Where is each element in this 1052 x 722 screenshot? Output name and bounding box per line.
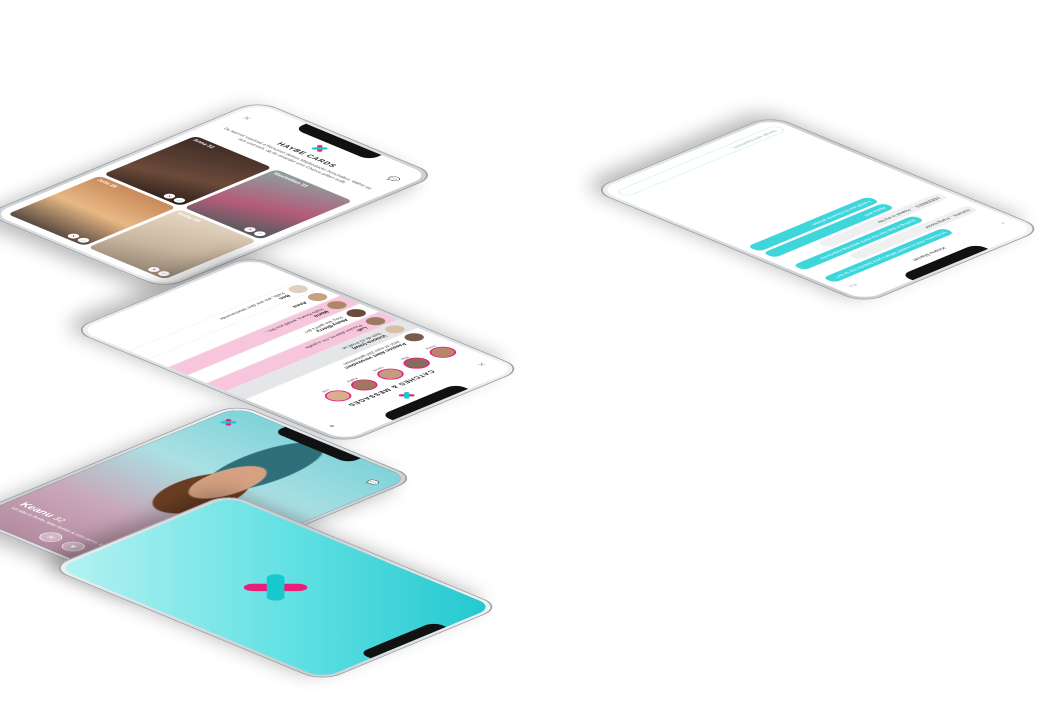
card-name: Julia 28 bbox=[95, 178, 120, 189]
chat-icon[interactable]: 💬 bbox=[364, 479, 382, 487]
close-icon[interactable]: ✕ bbox=[239, 115, 254, 121]
accept-button[interactable]: ✓ bbox=[155, 270, 172, 278]
notch bbox=[358, 621, 447, 659]
messages-screen: ✕ ● CATCHES & MESSAGES Anna Ella Laura K… bbox=[78, 258, 517, 441]
app-logo-icon bbox=[217, 418, 239, 427]
accept-button[interactable]: ✓ bbox=[251, 230, 268, 238]
app-logo-icon bbox=[308, 144, 330, 153]
video-icon[interactable]: ▭ bbox=[846, 282, 862, 289]
message-list: Hi Keanu, nice to match! What's your fav… bbox=[744, 179, 994, 283]
close-icon[interactable]: ✕ bbox=[474, 361, 489, 367]
contact-name: Anna bbox=[290, 300, 309, 309]
accept-button[interactable]: ✓ bbox=[171, 196, 188, 204]
message-input[interactable]: Sende eine Nachricht... bbox=[614, 125, 788, 197]
profile-icon[interactable]: ● bbox=[326, 424, 339, 430]
accept-button[interactable]: ✓ bbox=[75, 236, 92, 244]
app-logo-icon bbox=[232, 569, 319, 605]
avatar bbox=[400, 331, 428, 343]
chat-icon[interactable]: 💬 bbox=[385, 175, 403, 183]
app-logo-icon bbox=[395, 391, 417, 400]
conversation-screen: ‹ Keanu Marcel ▭ Hi Keanu, nice to match… bbox=[598, 118, 1037, 301]
maybe-cards-screen: ✕ 💬 HAYBE CARDS Du kannst maximal 4 Pers… bbox=[0, 103, 431, 286]
card-name: Anna 32 bbox=[191, 138, 217, 149]
phone-conversation: ‹ Keanu Marcel ▭ Hi Keanu, nice to match… bbox=[590, 114, 1046, 305]
card-name: Maximilian 33 bbox=[271, 171, 310, 188]
phone-maybe-cards: ✕ 💬 HAYBE CARDS Du kannst maximal 4 Pers… bbox=[0, 100, 439, 290]
phone-messages: ✕ ● CATCHES & MESSAGES Anna Ella Laura K… bbox=[70, 254, 526, 445]
back-icon[interactable]: ‹ bbox=[998, 221, 1009, 226]
